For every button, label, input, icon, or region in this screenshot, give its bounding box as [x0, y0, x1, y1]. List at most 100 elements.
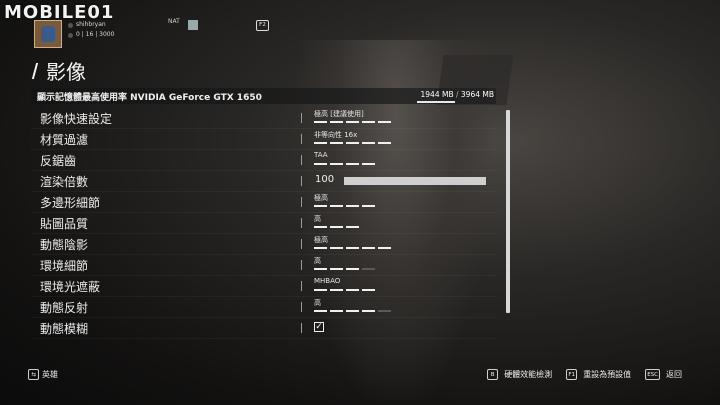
level-segment [346, 310, 359, 312]
setting-row-quick-preset[interactable]: 影像快速設定 極高 [建議使用] [31, 108, 497, 129]
vram-separator: / [455, 90, 459, 99]
level-segment [362, 268, 375, 270]
title-caret-icon [31, 62, 39, 79]
level-segment [330, 247, 343, 249]
setting-value: 極高 [314, 236, 328, 244]
setting-row-anti-aliasing[interactable]: 反鋸齒 TAA [31, 150, 497, 171]
action-label: 返回 [666, 370, 682, 379]
benchmark-button[interactable]: B 硬體效能檢測 [487, 369, 552, 380]
divider [301, 113, 302, 123]
level-indicator [314, 205, 375, 207]
setting-row-environment-detail[interactable]: 環境細節 高 [31, 255, 497, 276]
nat-status-icon [188, 20, 198, 30]
settings-list: 影像快速設定 極高 [建議使用] 材質過濾 非等向性 16x 反鋸齒 TAA 渲… [31, 108, 497, 339]
vram-usage-fill [417, 101, 456, 103]
setting-value: 非等向性 16x [314, 131, 358, 139]
level-indicator [314, 121, 391, 123]
player-stats: 0 | 16 | 3000 [76, 31, 115, 38]
level-indicator [314, 268, 375, 270]
f2-key-hint[interactable]: F2 [256, 20, 269, 31]
status-dot-icon [68, 22, 73, 28]
level-segment [314, 226, 327, 228]
setting-row-texture-filtering[interactable]: 材質過濾 非等向性 16x [31, 129, 497, 150]
level-indicator [314, 289, 375, 291]
nat-label: NAT [168, 18, 180, 25]
reset-defaults-button[interactable]: F1 重設為預設值 [566, 369, 631, 380]
motion-blur-checkbox[interactable]: ✓ [314, 322, 324, 332]
back-button[interactable]: ESC 返回 [645, 369, 682, 380]
vram-value: 1944 MB / 3964 MB [421, 90, 495, 99]
level-segment [378, 142, 391, 144]
divider [301, 134, 302, 144]
level-segment [330, 310, 343, 312]
divider [301, 323, 302, 333]
emblem-icon [41, 26, 55, 42]
vram-used: 1944 MB [420, 90, 454, 99]
level-segment [362, 310, 375, 312]
setting-row-motion-blur[interactable]: 動態模糊 ✓ [31, 318, 497, 339]
settings-scrollbar[interactable] [506, 110, 510, 313]
hero-label: 英雄 [42, 370, 58, 379]
setting-row-dynamic-shadows[interactable]: 動態陰影 極高 [31, 234, 497, 255]
level-segment [314, 268, 327, 270]
level-segment [362, 163, 375, 165]
divider [301, 155, 302, 165]
avatar[interactable] [34, 20, 62, 48]
level-indicator [314, 226, 359, 228]
divider [301, 197, 302, 207]
hero-button[interactable]: ⇆ 英雄 [28, 369, 58, 380]
setting-value: MHBAO [314, 277, 341, 285]
setting-row-render-scale[interactable]: 渲染倍數 100 [31, 171, 497, 192]
level-segment [330, 289, 343, 291]
level-segment [314, 247, 327, 249]
player-profile[interactable]: shihbryan 0 | 16 | 3000 [34, 20, 114, 48]
divider [301, 239, 302, 249]
level-segment [362, 289, 375, 291]
vram-label: 顯示記憶體最高使用率 NVIDIA GeForce GTX 1650 [37, 93, 262, 103]
divider [301, 302, 302, 312]
setting-label: 材質過濾 [40, 133, 89, 147]
level-segment [346, 247, 359, 249]
rank-icon [68, 32, 73, 38]
level-segment [330, 205, 343, 207]
setting-label: 動態陰影 [40, 238, 89, 252]
render-scale-value: 100 [315, 174, 335, 185]
level-segment [346, 268, 359, 270]
divider [301, 281, 302, 291]
level-segment [362, 121, 375, 123]
setting-label: 動態模糊 [40, 322, 89, 336]
setting-row-polygon-detail[interactable]: 多邊形細節 極高 [31, 192, 497, 213]
level-segment [362, 205, 375, 207]
setting-value: 高 [314, 299, 321, 307]
swap-icon: ⇆ [28, 369, 39, 380]
level-segment [314, 289, 327, 291]
setting-value: TAA [314, 151, 328, 159]
action-label: 硬體效能檢測 [504, 370, 553, 379]
setting-label: 反鋸齒 [40, 154, 77, 168]
setting-value: 極高 [314, 194, 328, 202]
level-segment [314, 142, 327, 144]
level-segment [346, 163, 359, 165]
level-indicator [314, 142, 391, 144]
level-indicator [314, 247, 391, 249]
divider [301, 218, 302, 228]
level-segment [330, 163, 343, 165]
level-segment [314, 310, 327, 312]
level-indicator [314, 310, 391, 312]
setting-row-texture-quality[interactable]: 貼圖品質 高 [31, 213, 497, 234]
level-segment [314, 163, 327, 165]
render-scale-slider[interactable] [344, 177, 486, 185]
level-segment [362, 247, 375, 249]
vram-total: 3964 MB [460, 90, 494, 99]
page-title-text: 影像 [46, 60, 86, 84]
key-f1-icon: F1 [566, 369, 578, 380]
level-segment [346, 121, 359, 123]
setting-label: 動態反射 [40, 301, 89, 315]
setting-row-dynamic-reflections[interactable]: 動態反射 高 [31, 297, 497, 318]
level-segment [362, 142, 375, 144]
footer-actions: B 硬體效能檢測 F1 重設為預設值 ESC 返回 [487, 369, 682, 380]
setting-label: 環境光遮蔽 [40, 280, 101, 294]
setting-row-ambient-occlusion[interactable]: 環境光遮蔽 MHBAO [31, 276, 497, 297]
level-segment [378, 121, 391, 123]
divider [301, 260, 302, 270]
